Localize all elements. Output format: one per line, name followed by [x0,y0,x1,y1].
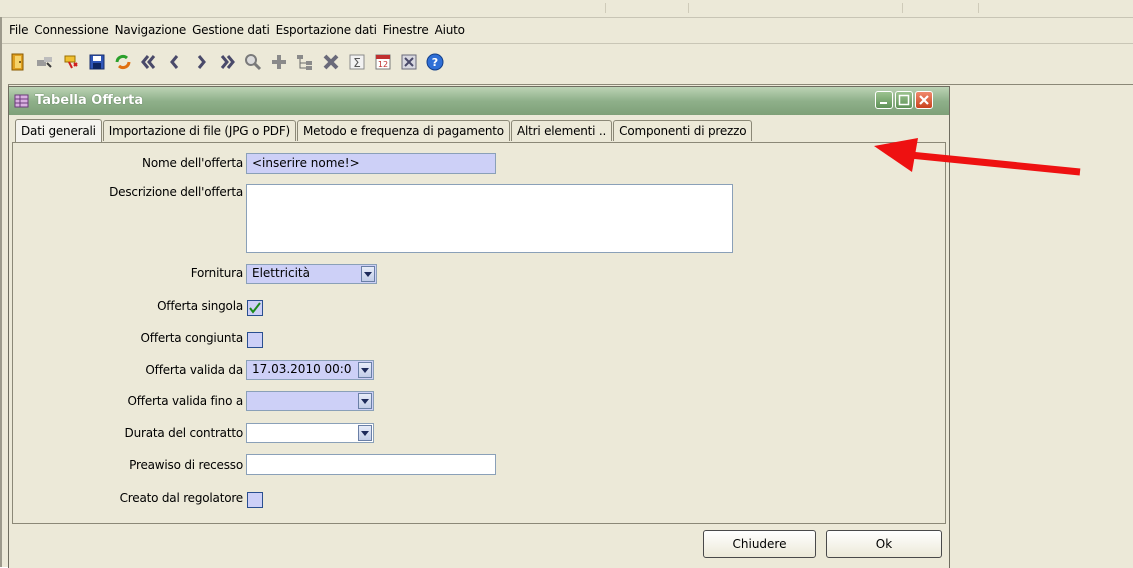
next-record-icon[interactable] [190,51,212,73]
add-icon[interactable] [268,51,290,73]
offerta-congiunta-checkbox[interactable] [247,332,263,348]
svg-text:Σ: Σ [353,56,361,70]
calendar-icon[interactable]: 12 [372,51,394,73]
export-excel-icon[interactable] [398,51,420,73]
offerta-valida-da-picker[interactable]: 17.03.2010 00:0 [246,360,374,380]
menu-file[interactable]: File [6,21,31,41]
tab-panel-dati-generali: Nome dell'offerta <inserire nome!> Descr… [12,142,946,524]
durata-contratto-label: Durata del contratto [124,426,244,440]
descrizione-offerta-label: Descrizione dell'offerta [109,185,243,199]
fornitura-select[interactable]: Elettricità [246,264,377,284]
tab-altri-elementi[interactable]: Altri elementi .. [510,120,613,141]
save-icon[interactable] [86,51,108,73]
menu-aiuto[interactable]: Aiuto [432,21,468,41]
offerta-congiunta-label: Offerta congiunta [140,331,244,345]
disconnect-icon[interactable] [60,51,82,73]
preavviso-recesso-label: Preawiso di recesso [129,458,243,472]
first-record-icon[interactable] [138,51,160,73]
fornitura-value: Elettricità [252,266,310,280]
menu-bar: File Connessione Navigazione Gestione da… [6,21,468,41]
menu-esportazione-dati[interactable]: Esportazione dati [273,21,380,41]
top-strip [0,0,1133,18]
chevron-down-icon[interactable] [358,425,372,441]
nome-offerta-label: Nome dell'offerta [142,156,243,170]
help-icon[interactable]: ? [424,51,446,73]
red-arrow-annotation [874,138,1081,176]
maximize-button[interactable] [895,91,913,109]
last-record-icon[interactable] [216,51,238,73]
preavviso-recesso-input[interactable] [246,454,496,475]
tab-importazione-file[interactable]: Importazione di file (JPG o PDF) [102,120,296,141]
maximize-icon [898,94,910,106]
menu-finestre[interactable]: Finestre [380,21,432,41]
descrizione-offerta-textarea[interactable] [246,184,733,253]
menu-gestione-dati[interactable]: Gestione dati [189,21,273,41]
svg-text:12: 12 [378,60,388,69]
connect-icon[interactable] [34,51,56,73]
internal-frame-tabella-offerta: Tabella Offerta Dati generali Importazio… [8,86,950,568]
chevron-down-icon[interactable] [358,362,372,378]
nome-offerta-input[interactable]: <inserire nome!> [246,153,496,174]
checkmark-icon [249,302,261,314]
tab-strip: Dati generali Importazione di file (JPG … [15,119,753,142]
offerta-valida-fino-picker[interactable] [246,391,374,411]
creato-regolatore-label: Creato dal regolatore [119,491,244,505]
exit-icon[interactable] [8,51,30,73]
window-titlebar[interactable]: Tabella Offerta [9,87,949,115]
fornitura-label: Fornitura [190,266,243,280]
creato-regolatore-checkbox[interactable] [247,492,263,508]
svg-text:?: ? [432,56,438,69]
tab-componenti-prezzo[interactable]: Componenti di prezzo [613,120,753,141]
sum-icon[interactable]: Σ [346,51,368,73]
delete-icon[interactable] [320,51,342,73]
close-window-button[interactable] [915,91,933,109]
minimize-button[interactable] [875,91,893,109]
chiudere-button[interactable]: Chiudere [703,530,816,558]
search-icon[interactable] [242,51,264,73]
offerta-valida-da-value: 17.03.2010 00:0 [252,362,352,376]
offerta-singola-label: Offerta singola [157,299,243,313]
chevron-down-icon[interactable] [361,266,375,282]
durata-contratto-select[interactable] [246,423,374,443]
ok-button[interactable]: Ok [826,530,942,558]
previous-record-icon[interactable] [164,51,186,73]
app-window: File Connessione Navigazione Gestione da… [0,0,1133,568]
offerta-singola-checkbox[interactable] [247,300,263,316]
menu-navigazione[interactable]: Navigazione [112,21,190,41]
offerta-valida-fino-label: Offerta valida fino a [127,394,244,408]
toolbar: Σ 12 ? [8,49,446,75]
menu-connessione[interactable]: Connessione [31,21,111,41]
offerta-valida-da-label: Offerta valida da [145,363,243,377]
tab-metodo-pagamento[interactable]: Metodo e frequenza di pagamento [297,120,510,141]
tree-icon[interactable] [294,51,316,73]
chevron-down-icon[interactable] [358,393,372,409]
minimize-icon [880,102,887,104]
refresh-icon[interactable] [112,51,134,73]
window-title: Tabella Offerta [35,93,144,108]
table-icon [14,94,29,108]
left-border [0,17,2,567]
tab-dati-generali[interactable]: Dati generali [15,119,102,142]
close-icon [919,95,929,105]
